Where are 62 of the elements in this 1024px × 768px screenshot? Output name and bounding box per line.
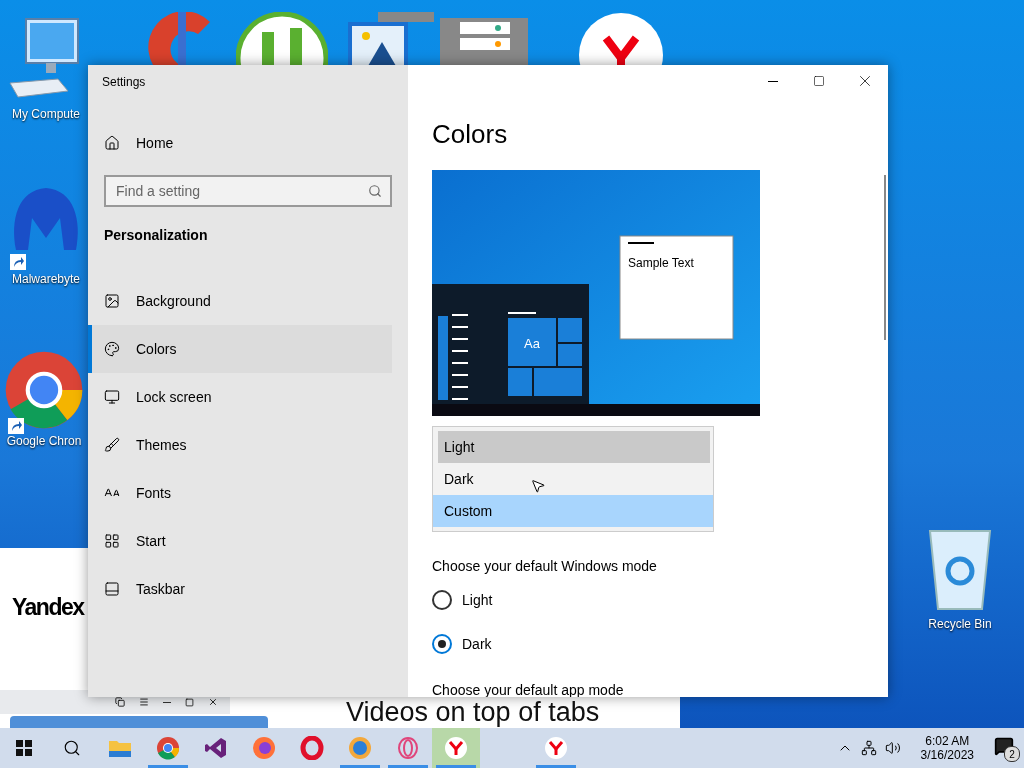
page-title: Colors	[432, 119, 508, 150]
palette-icon	[104, 341, 120, 357]
window-title: Settings	[102, 75, 147, 89]
setting-label: Choose your default app mode	[432, 682, 624, 697]
radio-button[interactable]	[432, 634, 452, 654]
setting-label: Choose your default Windows mode	[432, 558, 657, 574]
windows-logo-icon	[16, 740, 32, 756]
dropdown-option[interactable]: Light	[438, 431, 710, 463]
nav-item[interactable]: Colors	[88, 325, 392, 373]
photo-icon	[348, 12, 434, 66]
maximize-icon	[185, 697, 194, 707]
radio-label: Light	[462, 592, 493, 608]
nav-item[interactable]: Taskbar	[88, 565, 392, 613]
nav-item[interactable]: Background	[88, 277, 392, 325]
minimize-icon	[768, 80, 778, 82]
desktop-icon-label: Recycle Bin	[928, 617, 992, 631]
maximize-icon	[813, 75, 825, 87]
home-icon	[104, 135, 120, 151]
nav-item[interactable]: Themes	[88, 421, 392, 469]
dropdown-option[interactable]: Custom	[433, 495, 713, 527]
notification-count: 2	[1004, 746, 1020, 762]
article-heading: Videos on top of tabs	[346, 699, 600, 726]
radio-button[interactable]	[432, 590, 452, 610]
taskbar-icon	[104, 581, 120, 597]
radio-option[interactable]: Dark	[432, 622, 864, 666]
nav-item[interactable]: Lock screen	[88, 373, 392, 421]
chrome-icon	[156, 736, 180, 760]
volume-icon[interactable]	[884, 740, 901, 756]
desktop-icon-label: Google Chron	[6, 434, 82, 448]
y-logo-icon	[444, 736, 468, 760]
search-icon	[63, 739, 81, 757]
theme-preview-drawing: Aa Sample Text	[432, 170, 760, 416]
monitor-icon	[104, 389, 120, 405]
chrome-icon	[4, 350, 84, 430]
nav-item[interactable]: Fonts	[88, 469, 392, 517]
minimize-icon	[163, 701, 171, 703]
radio-label: Dark	[462, 636, 492, 652]
menu-icon	[139, 697, 149, 707]
close-icon	[208, 697, 218, 707]
image-icon	[104, 293, 120, 309]
search-field[interactable]: Find a setting	[104, 175, 392, 207]
o-ring-icon	[396, 736, 420, 760]
y-logo-icon	[544, 736, 568, 760]
section-heading: Personalization	[104, 227, 209, 243]
network-icon[interactable]	[860, 740, 877, 756]
pointer-icon	[530, 478, 546, 494]
clock[interactable]: 6:02 AM 3/16/2023	[920, 734, 974, 762]
brand-text: Yandex	[12, 594, 84, 621]
dropdown-option[interactable]: Dark	[433, 463, 713, 495]
brush-icon	[104, 437, 120, 453]
scrollbar[interactable]	[884, 175, 886, 340]
restore-icon	[115, 697, 125, 707]
o-ring-icon	[300, 736, 324, 760]
desktop-icon-label: My Compute	[12, 107, 80, 121]
radio-option[interactable]: Light	[432, 578, 864, 622]
nav-item[interactable]: Start	[88, 517, 392, 565]
desktop-icon-label: Malwarebyte	[12, 272, 80, 286]
grid-icon	[104, 533, 120, 549]
taskbar-app[interactable]	[432, 728, 480, 768]
infinity-loop-icon	[204, 736, 228, 760]
home-link[interactable]: Home	[88, 119, 392, 167]
search-icon	[368, 184, 382, 198]
